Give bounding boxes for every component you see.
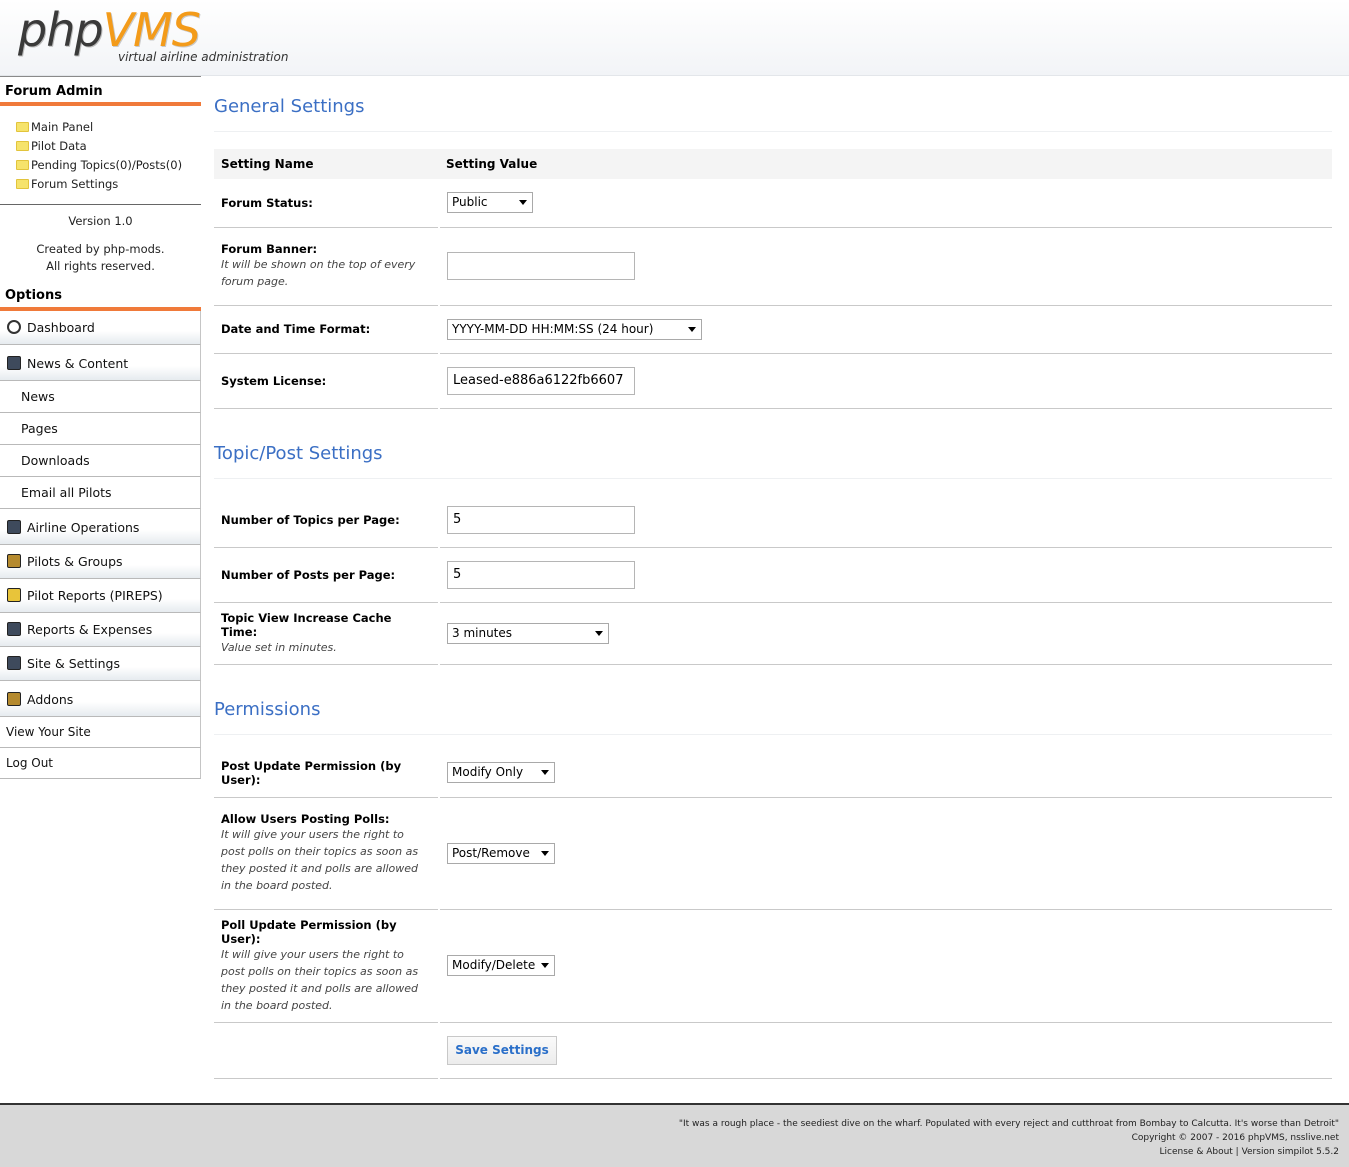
forum-status-select[interactable]: Public — [447, 192, 533, 214]
cache-time-label: Topic View Increase Cache Time: — [221, 611, 392, 639]
menu-downloads[interactable]: Downloads — [0, 445, 201, 477]
license-input[interactable]: Leased-e886a6122fb6607 — [447, 366, 635, 395]
forum-link-pilot-data[interactable]: Pilot Data — [16, 137, 201, 156]
php-mods-link[interactable]: php-mods — [103, 242, 161, 256]
forum-admin-links: Main Panel Pilot Data Pending Topics(0)/… — [0, 106, 201, 205]
general-settings-table: Setting Name Setting Value Forum Status:… — [214, 149, 1332, 409]
menu-addons[interactable]: Addons — [0, 681, 201, 717]
posts-per-page-input[interactable]: 5 — [447, 561, 635, 589]
dropdown-arrow-icon — [519, 200, 527, 206]
forum-link-main-panel[interactable]: Main Panel — [16, 118, 201, 137]
poll-update-label: Poll Update Permission (by User): — [221, 917, 397, 946]
menu-email-pilots[interactable]: Email all Pilots — [0, 477, 201, 509]
footer: "It was a rough place - the seediest div… — [0, 1103, 1349, 1167]
options-heading: Options — [0, 281, 201, 311]
poll-update-desc: It will give your users the right to pos… — [221, 947, 419, 1012]
credits: Created by php-mods. All rights reserved… — [36, 242, 165, 273]
dropdown-arrow-icon — [541, 850, 549, 856]
menu-reports-expenses[interactable]: Reports & Expenses — [0, 613, 201, 647]
footer-copyright: Copyright © 2007 - 2016 phpVMS, nsslive.… — [1131, 1133, 1339, 1143]
settings-icon — [7, 656, 21, 670]
save-settings-button[interactable]: Save Settings — [447, 1035, 557, 1065]
folder-icon — [16, 160, 29, 170]
forum-link-settings[interactable]: Forum Settings — [16, 175, 201, 194]
forum-banner-input[interactable] — [447, 252, 635, 280]
polls-desc: It will give your users the right to pos… — [221, 828, 419, 892]
menu-logout[interactable]: Log Out — [0, 748, 201, 779]
polls-label: Allow Users Posting Polls: — [221, 812, 390, 826]
main-content: General Settings Setting Name Setting Va… — [214, 76, 1332, 1079]
cache-time-desc: Value set in minutes. — [221, 641, 337, 654]
general-settings-title: General Settings — [214, 76, 1332, 132]
topics-per-page-input[interactable]: 5 — [447, 505, 635, 534]
dropdown-arrow-icon — [541, 770, 549, 776]
topics-per-page-label: Number of Topics per Page: — [221, 512, 400, 527]
reports-icon — [7, 622, 21, 636]
addons-icon — [7, 692, 21, 706]
forum-status-label: Forum Status: — [221, 195, 313, 210]
menu-dashboard[interactable]: Dashboard — [0, 311, 201, 345]
folder-icon — [16, 122, 29, 132]
forum-admin-heading: Forum Admin — [0, 76, 201, 106]
menu-news[interactable]: News — [0, 381, 201, 413]
logo-subtitle: virtual airline administration — [118, 50, 289, 64]
forum-banner-label: Forum Banner: — [221, 242, 318, 256]
poll-update-select[interactable]: Modify/Delete — [447, 955, 555, 976]
header: phpVMS virtual airline administration — [0, 0, 1349, 76]
menu-news-content[interactable]: News & Content — [0, 345, 201, 381]
folder-icon — [16, 179, 29, 189]
dropdown-arrow-icon — [541, 963, 549, 968]
version-text: Version 1.0 — [68, 214, 133, 228]
polls-select[interactable]: Post/Remove — [447, 842, 555, 864]
permissions-table: Post Update Permission (by User): Modify… — [214, 749, 1332, 1079]
dropdown-arrow-icon — [688, 326, 696, 332]
news-icon — [7, 356, 21, 370]
permissions-title: Permissions — [214, 665, 1332, 735]
menu-pireps[interactable]: Pilot Reports (PIREPS) — [0, 579, 201, 613]
forum-link-pending[interactable]: Pending Topics(0)/Posts(0) — [16, 156, 201, 175]
dashboard-icon — [7, 320, 21, 334]
col-setting-name: Setting Name — [214, 149, 439, 179]
col-setting-value: Setting Value — [439, 149, 1332, 179]
topic-settings-title: Topic/Post Settings — [214, 409, 1332, 479]
airline-icon — [7, 520, 21, 534]
folder-icon — [16, 141, 29, 151]
post-update-select[interactable]: Modify Only — [447, 762, 555, 784]
post-update-label: Post Update Permission (by User): — [221, 758, 402, 787]
cache-time-select[interactable]: 3 minutes — [447, 623, 609, 644]
forum-banner-desc: It will be shown on the top of every for… — [221, 258, 416, 288]
posts-per-page-label: Number of Posts per Page: — [221, 568, 396, 582]
dropdown-arrow-icon — [595, 631, 603, 636]
date-format-label: Date and Time Format: — [221, 322, 371, 336]
phpvms-logo[interactable]: phpVMS — [18, 4, 201, 56]
license-label: System License: — [221, 373, 327, 388]
footer-quote: "It was a rough place - the seediest div… — [678, 1119, 1339, 1129]
sidebar: Forum Admin Main Panel Pilot Data Pendin… — [0, 76, 201, 779]
footer-license[interactable]: License & About | Version simpilot 5.5.2 — [0, 1145, 1339, 1159]
menu-site-settings[interactable]: Site & Settings — [0, 647, 201, 681]
menu-pilots-groups[interactable]: Pilots & Groups — [0, 545, 201, 579]
menu-pages[interactable]: Pages — [0, 413, 201, 445]
menu-airline-operations[interactable]: Airline Operations — [0, 509, 201, 545]
date-format-select[interactable]: YYYY-MM-DD HH:MM:SS (24 hour) — [447, 318, 702, 340]
pilots-icon — [7, 554, 21, 568]
topic-settings-table: Number of Topics per Page: 5 Number of P… — [214, 492, 1332, 665]
menu-view-site[interactable]: View Your Site — [0, 717, 201, 748]
pireps-icon — [7, 588, 21, 602]
